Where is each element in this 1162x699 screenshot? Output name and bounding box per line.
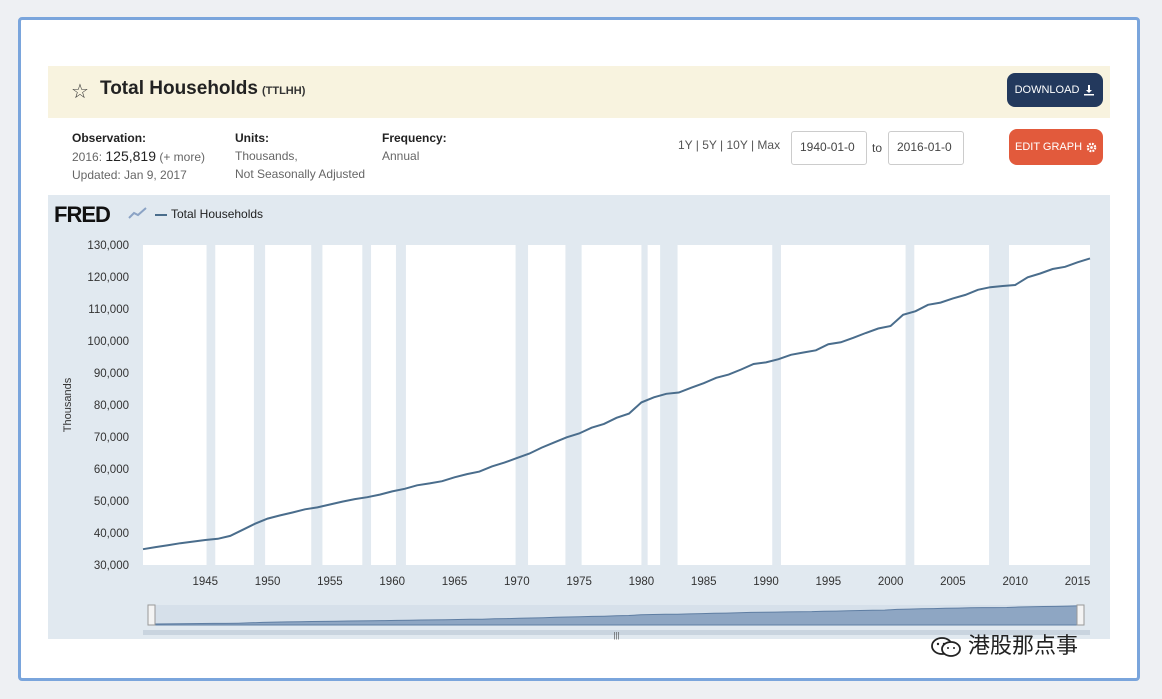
y-tick-label: 110,000 [88,304,129,316]
y-tick-label: 130,000 [87,240,129,252]
x-tick-label: 1955 [317,576,343,588]
y-tick-label: 60,000 [94,464,129,476]
x-tick-label: 1945 [193,576,219,588]
recession-band [515,245,529,565]
watermark-text: 港股那点事 [968,633,1079,658]
x-tick-label: 1980 [629,576,655,588]
x-tick-label: 1965 [442,576,468,588]
y-tick-label: 120,000 [87,272,129,284]
recession-band [660,245,678,565]
y-tick-label: 50,000 [94,496,129,508]
x-tick-label: 1990 [753,576,779,588]
x-tick-label: 1995 [816,576,842,588]
navigator-grip-icon[interactable]: ||| [613,631,619,640]
y-tick-label: 40,000 [94,528,129,540]
recession-band [311,245,323,565]
plot-area [143,245,1090,565]
recession-band [253,245,266,565]
y-tick-label: 90,000 [94,368,129,380]
y-tick-label: 80,000 [94,400,129,412]
x-tick-label: 1975 [566,576,592,588]
x-tick-label: 1950 [255,576,281,588]
x-tick-label: 2005 [940,576,966,588]
recession-band [206,245,216,565]
y-axis-label: Thousands [62,377,74,432]
x-tick-label: 2015 [1065,576,1091,588]
recession-band [362,245,372,565]
recession-band [565,245,582,565]
x-tick-label: 1970 [504,576,530,588]
y-tick-label: 100,000 [87,336,129,348]
wechat-icon [931,637,961,658]
y-tick-label: 30,000 [94,560,129,572]
x-tick-label: 1985 [691,576,717,588]
recession-band [772,245,781,565]
watermark: 港股那点事 [930,628,1078,660]
x-tick-label: 1960 [379,576,405,588]
navigator-right-handle[interactable] [1076,604,1085,626]
navigator-left-handle[interactable] [147,604,156,626]
line-chart: 30,000 40,000 50,000 60,000 70,000 80,000 90,0… [62,240,1091,640]
y-tick-label: 70,000 [94,432,129,444]
x-tick-label: 2010 [1002,576,1028,588]
recession-band [989,245,1010,565]
recession-band [395,245,406,565]
recession-band [641,245,648,565]
recession-band [905,245,915,565]
x-tick-label: 2000 [878,576,904,588]
